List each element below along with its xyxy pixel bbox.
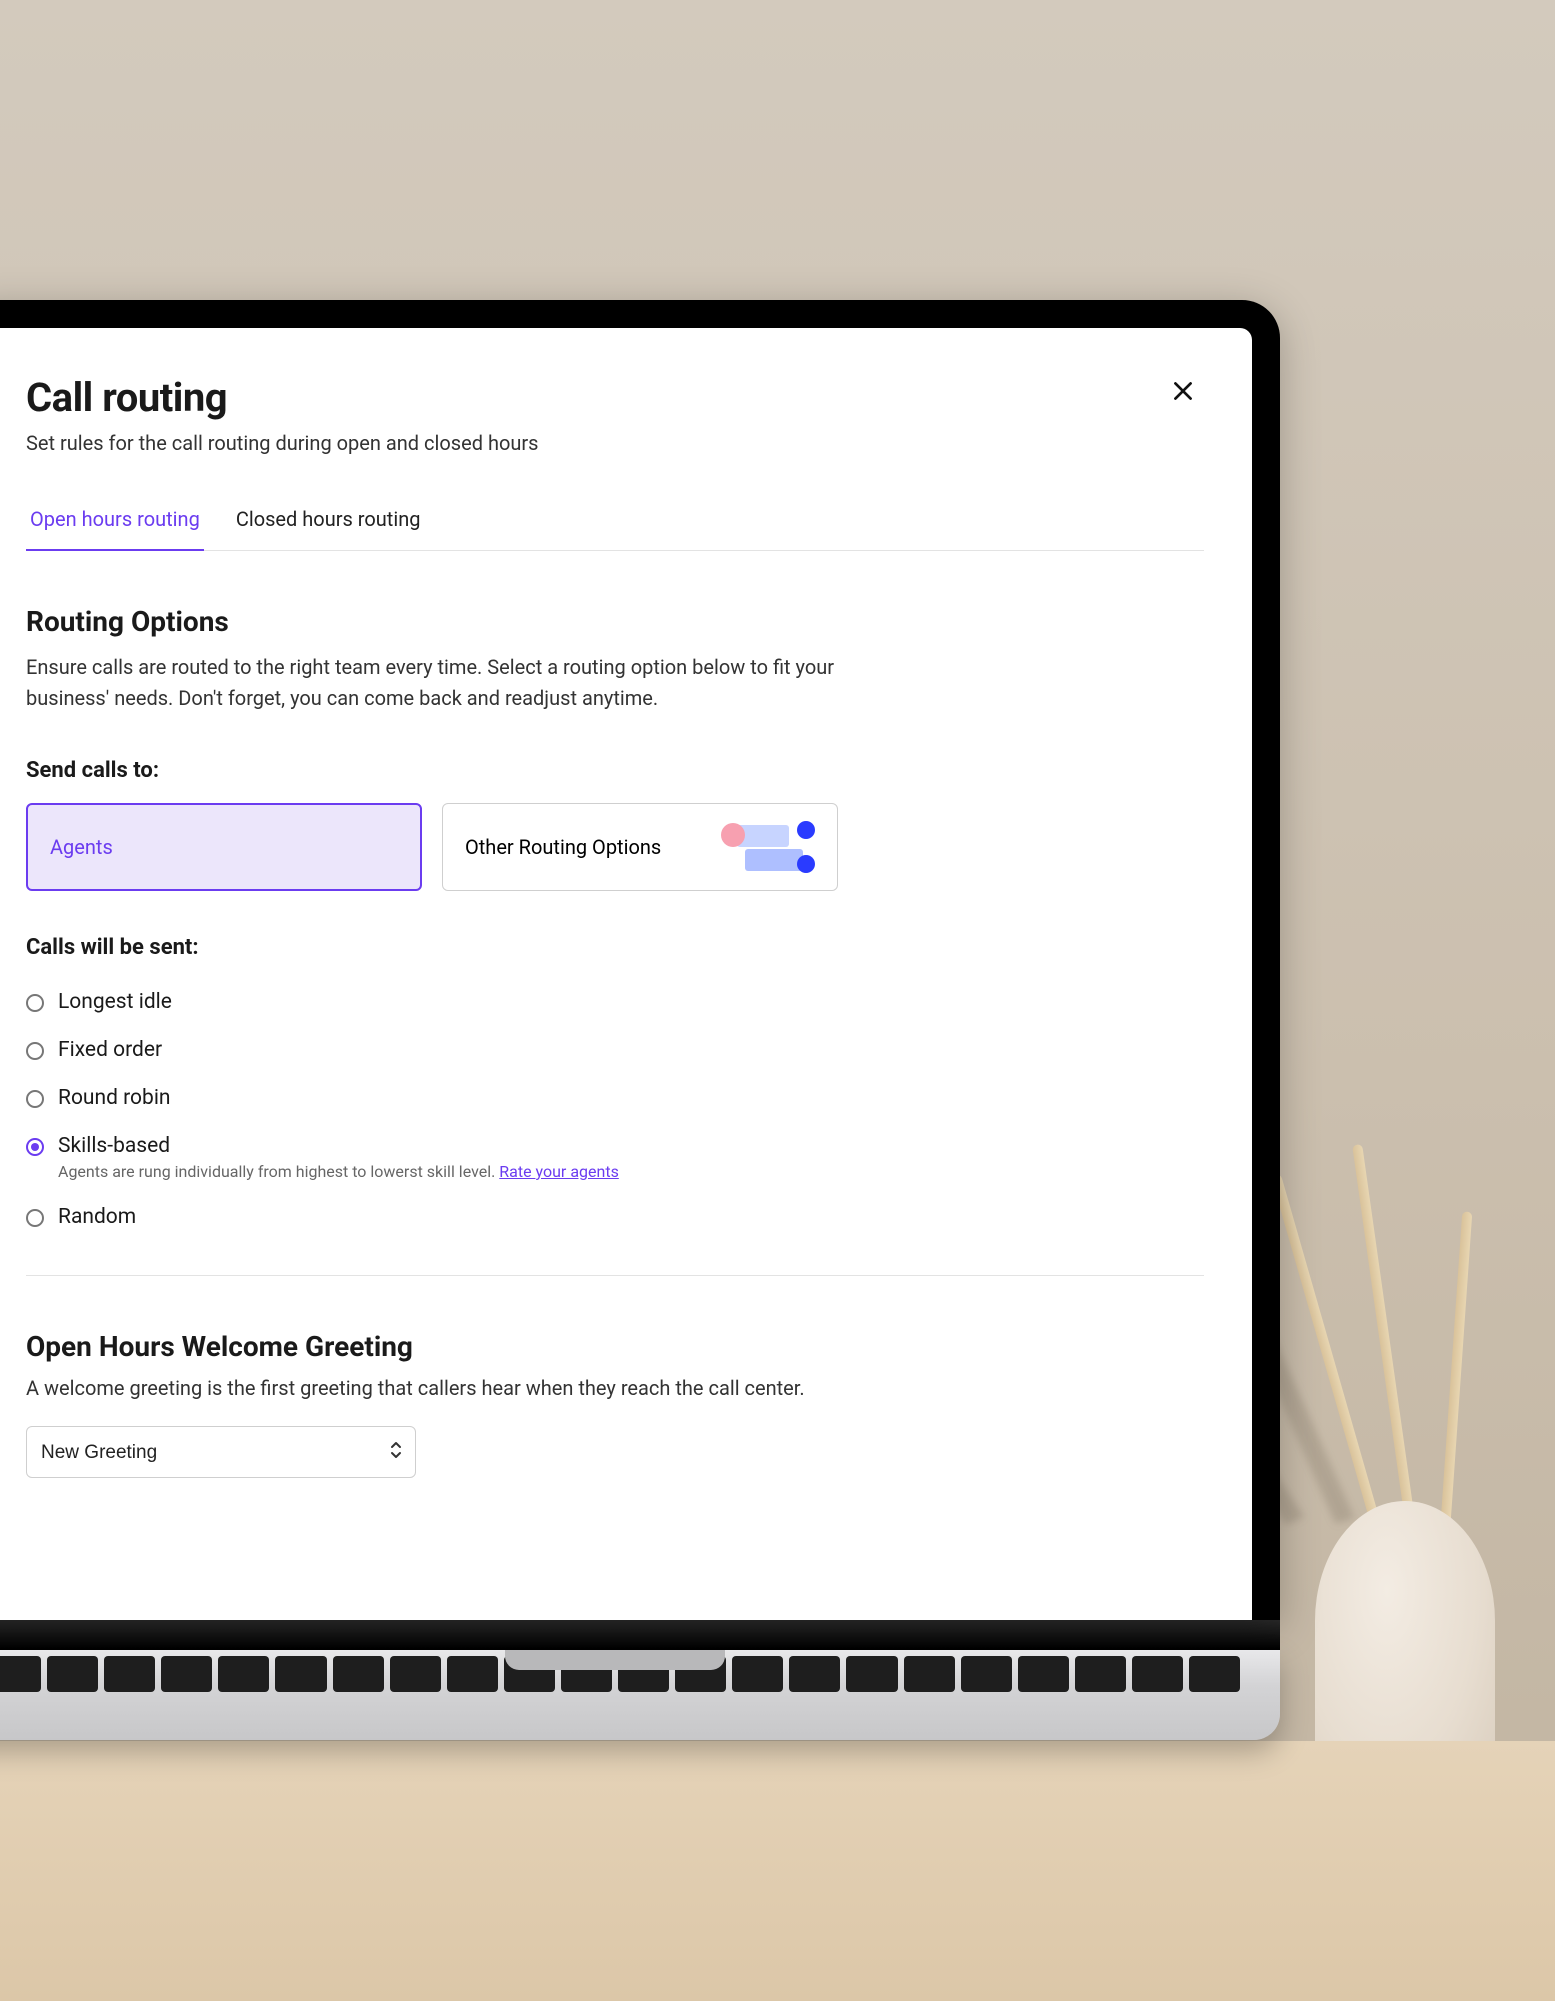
radio-longest-idle[interactable]: Longest idle (26, 978, 1204, 1026)
radio-icon (26, 994, 44, 1012)
page-subtitle: Set rules for the call routing during op… (26, 431, 539, 455)
radio-fixed-order-label: Fixed order (58, 1038, 162, 1062)
radio-longest-idle-label: Longest idle (58, 990, 172, 1014)
tab-bar: Open hours routing Closed hours routing (26, 493, 1204, 551)
option-card-agents-label: Agents (50, 835, 113, 859)
radio-skills-based-label: Skills-based (58, 1134, 619, 1158)
radio-icon (26, 1209, 44, 1227)
option-card-other-routing[interactable]: Other Routing Options (442, 803, 838, 891)
close-button[interactable] (1162, 374, 1204, 414)
laptop-frame: Call routing Set rules for the call rout… (0, 300, 1280, 1740)
radio-round-robin-label: Round robin (58, 1086, 171, 1110)
greeting-select[interactable]: New Greeting (26, 1426, 416, 1478)
close-icon (1170, 378, 1196, 411)
radio-icon (26, 1138, 44, 1156)
section-divider (26, 1275, 1204, 1276)
radio-skills-help-text: Agents are rung individually from highes… (58, 1162, 499, 1181)
routing-options-description: Ensure calls are routed to the right tea… (26, 652, 846, 714)
tab-open-hours[interactable]: Open hours routing (26, 493, 204, 551)
send-mode-radio-group: Longest idle Fixed order Round robin Ski… (26, 978, 1204, 1241)
radio-icon (26, 1090, 44, 1108)
radio-skills-based[interactable]: Skills-based Agents are rung individuall… (26, 1122, 1204, 1193)
radio-round-robin[interactable]: Round robin (26, 1074, 1204, 1122)
welcome-greeting-title: Open Hours Welcome Greeting (26, 1330, 1204, 1363)
calls-will-be-sent-label: Calls will be sent: (26, 935, 1204, 960)
send-calls-to-label: Send calls to: (26, 758, 1204, 783)
radio-skills-based-help: Agents are rung individually from highes… (58, 1162, 619, 1181)
radio-random-label: Random (58, 1205, 136, 1229)
option-card-other-routing-label: Other Routing Options (465, 835, 661, 859)
rate-your-agents-link[interactable]: Rate your agents (499, 1162, 619, 1181)
page-title: Call routing (26, 374, 539, 421)
app-screen: Call routing Set rules for the call rout… (0, 328, 1252, 1620)
radio-fixed-order[interactable]: Fixed order (26, 1026, 1204, 1074)
routing-illustration-icon (719, 819, 815, 875)
radio-icon (26, 1042, 44, 1060)
tab-closed-hours[interactable]: Closed hours routing (232, 493, 425, 551)
routing-options-title: Routing Options (26, 605, 1204, 638)
welcome-greeting-description: A welcome greeting is the first greeting… (26, 1373, 846, 1404)
option-card-agents[interactable]: Agents (26, 803, 422, 891)
radio-random[interactable]: Random (26, 1193, 1204, 1241)
